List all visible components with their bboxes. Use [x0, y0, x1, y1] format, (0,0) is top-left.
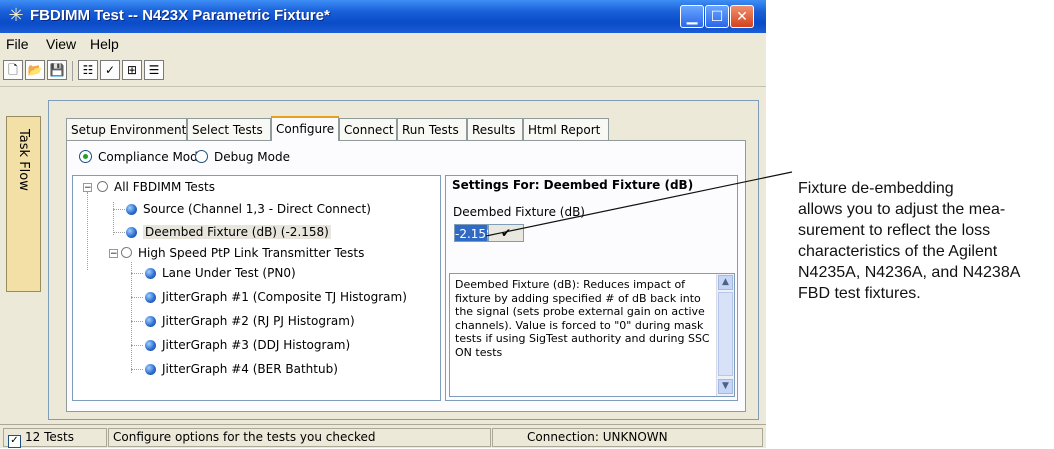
callout-line: characteristics of the Agilent	[798, 243, 998, 260]
annotation-callout: Fixture de-embedding allows you to adjus…	[798, 178, 1048, 304]
callout-line: allows you to adjust the mea-	[798, 201, 1006, 218]
callout-line: surement to reflect the loss	[798, 222, 991, 239]
callout-line: Fixture de-embedding	[798, 180, 954, 197]
callout-line: FBD test fixtures.	[798, 285, 921, 302]
tab-configure[interactable]: Configure	[271, 116, 339, 141]
callout-line: N4235A, N4236A, and N4238A	[798, 264, 1021, 281]
